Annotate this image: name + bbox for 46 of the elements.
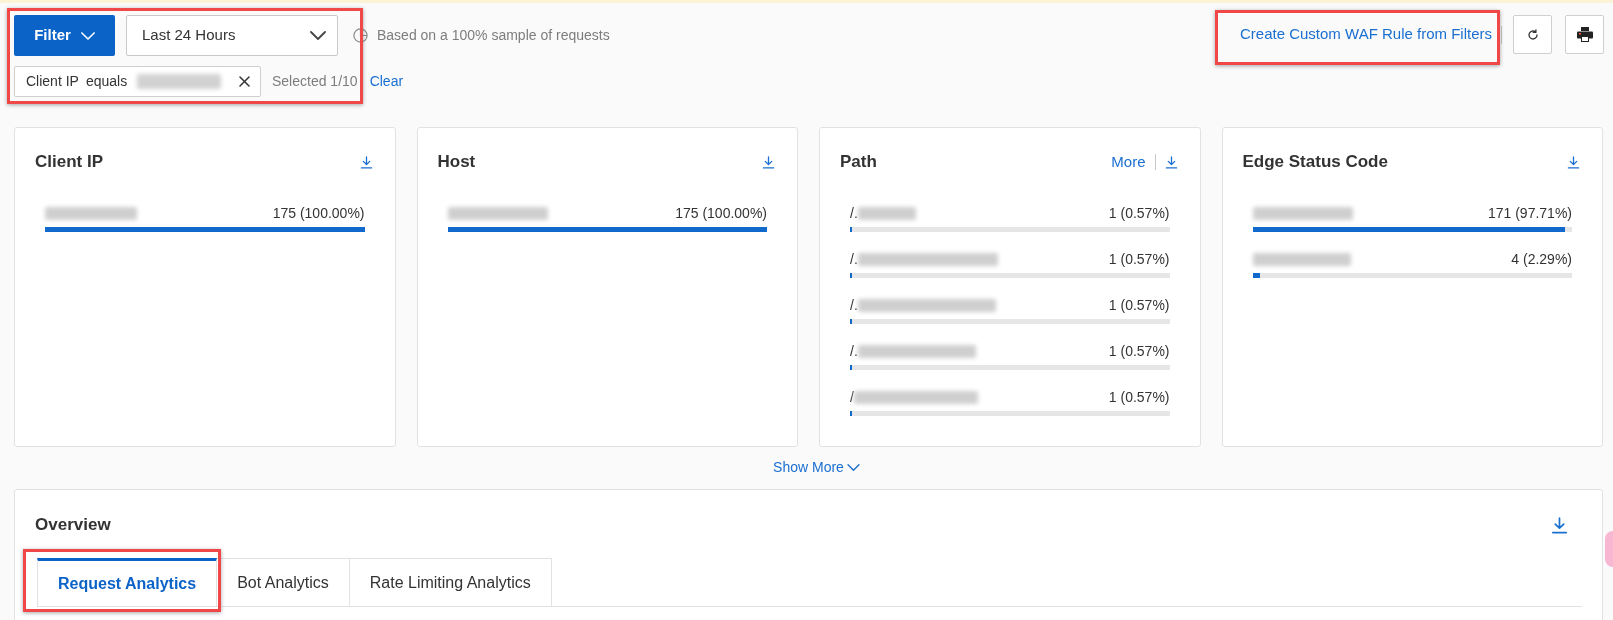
filter-button[interactable]: Filter xyxy=(14,15,115,56)
card-title: Client IP xyxy=(35,151,103,174)
chevron-down-icon xyxy=(310,31,326,40)
card-title: Edge Status Code xyxy=(1242,151,1388,174)
path-prefix: /. xyxy=(850,203,858,223)
card-title: Path xyxy=(840,151,877,174)
close-icon[interactable] xyxy=(239,76,250,87)
count-value: 1 (0.57%) xyxy=(1108,341,1170,361)
path-prefix: /. xyxy=(850,249,858,269)
count-value: 1 (0.57%) xyxy=(1108,249,1170,269)
download-icon[interactable] xyxy=(762,155,775,169)
tab[interactable]: Request Analytics xyxy=(37,558,218,606)
count-value: 175 (100.00%) xyxy=(272,203,365,223)
blurred-text xyxy=(857,206,916,220)
download-icon[interactable] xyxy=(1164,155,1178,169)
chevron-down-icon xyxy=(846,463,860,471)
download-icon[interactable] xyxy=(1551,516,1568,534)
print-button[interactable] xyxy=(1565,15,1604,54)
download-icon[interactable] xyxy=(1567,155,1580,169)
refresh-icon xyxy=(1526,28,1539,41)
count-value: 1 (0.57%) xyxy=(1108,203,1170,223)
count-value: 175 (100.00%) xyxy=(675,203,767,223)
time-range-dropdown[interactable]: Last 24 Hours xyxy=(126,15,338,56)
chip-field: Client IP xyxy=(26,71,79,92)
path-prefix: /. xyxy=(850,295,858,315)
count-value: 4 (2.29%) xyxy=(1511,249,1572,269)
count-value: 1 (0.57%) xyxy=(1108,387,1170,407)
chevron-down-icon xyxy=(80,31,95,40)
clear-link[interactable]: Clear xyxy=(369,71,404,92)
path-prefix: /. xyxy=(850,341,858,361)
card-title: Host xyxy=(437,151,476,174)
count-value: 171 (97.71%) xyxy=(1487,203,1572,223)
show-more-link[interactable]: Show More xyxy=(773,457,860,477)
chip-operator: equals xyxy=(85,72,128,91)
count-value: 1 (0.57%) xyxy=(1108,295,1170,315)
printer-icon xyxy=(1576,27,1593,42)
sample-note: Based on a 100% sample of requests xyxy=(377,26,610,45)
refresh-button[interactable] xyxy=(1513,15,1552,54)
panel-title: Overview xyxy=(35,514,111,537)
download-icon[interactable] xyxy=(359,155,373,169)
selection-count: Selected 1/10 xyxy=(272,72,358,91)
tab[interactable]: Rate Limiting Analytics xyxy=(349,558,552,606)
path-prefix: / xyxy=(850,387,854,407)
clock-icon xyxy=(353,28,368,43)
more-link[interactable]: More xyxy=(1111,150,1146,174)
create-rule-link[interactable]: Create Custom WAF Rule from Filters xyxy=(1240,23,1492,46)
